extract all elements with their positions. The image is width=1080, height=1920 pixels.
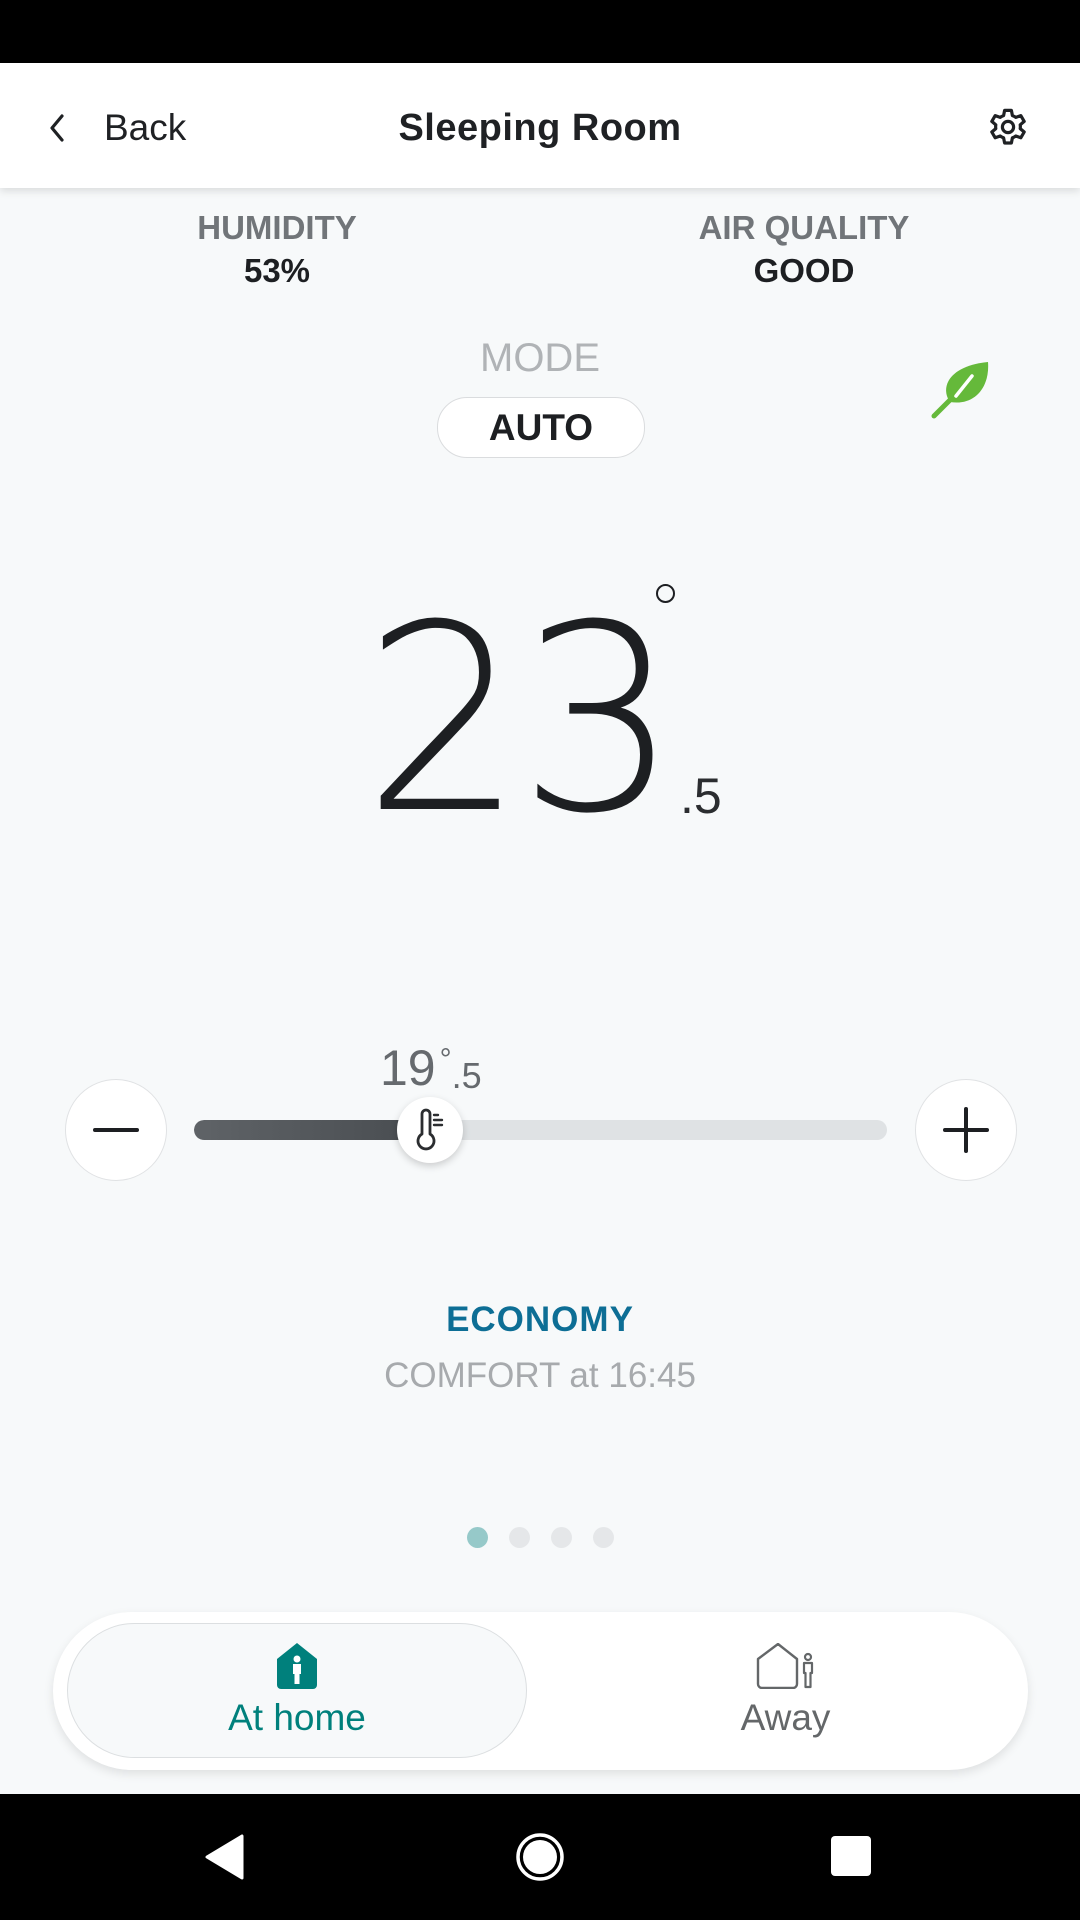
decrease-temperature-button[interactable] xyxy=(65,1079,167,1181)
nav-recents-icon[interactable] xyxy=(830,1835,872,1877)
page-title: Sleeping Room xyxy=(398,107,682,149)
current-temperature-decimal: .5 xyxy=(680,768,722,824)
page-dot[interactable] xyxy=(466,1527,488,1548)
mode-label: MODE xyxy=(480,336,600,380)
nav-home-icon[interactable] xyxy=(515,1832,565,1882)
setpoint-integer: 19 xyxy=(380,1040,436,1096)
setpoint-slider-thumb[interactable] xyxy=(396,1097,463,1163)
humidity-label: HUMIDITY xyxy=(197,209,357,246)
air-quality-label: AIR QUALITY xyxy=(698,209,910,246)
next-schedule-change: COMFORT at 16:45 xyxy=(384,1356,696,1395)
away-option[interactable]: Away xyxy=(553,1623,1018,1758)
current-temperature-integer: 23 xyxy=(363,570,679,870)
setpoint-value: 19 ° .5 xyxy=(380,1040,482,1096)
at-home-label: At home xyxy=(228,1696,366,1738)
gear-icon[interactable] xyxy=(984,103,1032,151)
away-label: Away xyxy=(740,1696,831,1738)
system-navigation-bar xyxy=(0,1794,1080,1920)
away-person-icon xyxy=(756,1642,813,1689)
air-quality-value: GOOD xyxy=(753,252,855,289)
nav-back-icon[interactable] xyxy=(204,1834,246,1880)
humidity-value: 53% xyxy=(243,252,311,289)
air-quality-stat: AIR QUALITY GOOD xyxy=(634,208,974,294)
minus-icon xyxy=(93,1128,139,1132)
status-bar xyxy=(0,0,1080,63)
leaf-icon xyxy=(931,362,989,419)
current-schedule-mode: ECONOMY xyxy=(446,1300,634,1339)
page-dot[interactable] xyxy=(550,1527,572,1548)
degree-symbol xyxy=(656,584,675,603)
setpoint-slider-track[interactable] xyxy=(194,1120,887,1140)
at-home-option[interactable]: At home xyxy=(67,1623,527,1758)
plus-icon xyxy=(943,1107,989,1153)
page-dot[interactable] xyxy=(592,1527,614,1548)
increase-temperature-button[interactable] xyxy=(915,1079,1017,1181)
setpoint-decimal: .5 xyxy=(451,1055,482,1096)
mode-selector-button[interactable]: AUTO xyxy=(437,397,645,458)
page-indicator xyxy=(0,1527,1080,1548)
setpoint-degree: ° xyxy=(439,1043,452,1076)
page-dot[interactable] xyxy=(508,1527,530,1548)
thermometer-icon xyxy=(416,1108,443,1151)
presence-toggle: At home Away xyxy=(53,1612,1028,1770)
humidity-stat: HUMIDITY 53% xyxy=(107,208,447,294)
home-person-icon xyxy=(277,1642,317,1689)
